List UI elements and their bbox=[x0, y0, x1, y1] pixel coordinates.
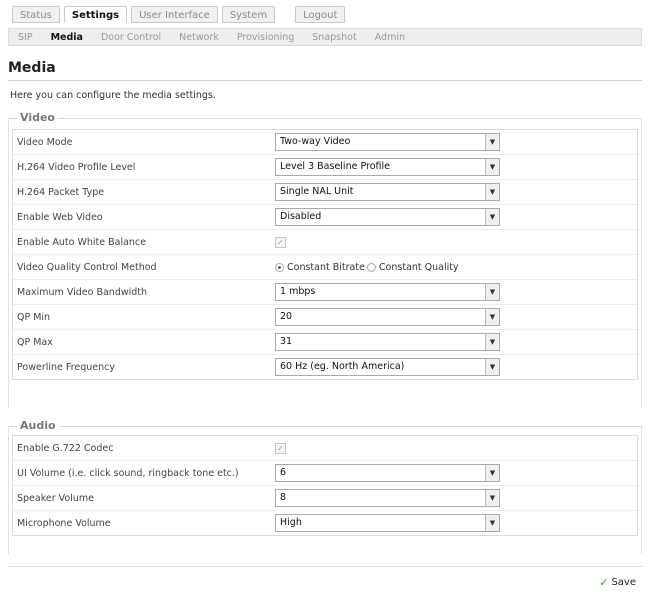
qp-min-value: 20 bbox=[280, 311, 293, 322]
chevron-down-icon: ▼ bbox=[485, 465, 499, 481]
video-settings-table: Video Mode Two-way Video ▼ H.264 Video P… bbox=[12, 129, 638, 380]
video-legend: Video bbox=[17, 111, 58, 124]
subnav-provisioning[interactable]: Provisioning bbox=[228, 32, 303, 43]
auto-white-balance-checkbox[interactable]: ✓ bbox=[275, 236, 286, 248]
subnav-snapshot[interactable]: Snapshot bbox=[303, 32, 365, 43]
row-profile-level: H.264 Video Profile Level Level 3 Baseli… bbox=[13, 155, 637, 180]
max-bandwidth-value: 1 mbps bbox=[280, 286, 316, 297]
profile-level-value: Level 3 Baseline Profile bbox=[280, 161, 390, 172]
chevron-down-icon: ▼ bbox=[485, 184, 499, 200]
chevron-down-icon: ▼ bbox=[485, 159, 499, 175]
row-powerline: Powerline Frequency 60 Hz (eg. North Ame… bbox=[13, 355, 637, 379]
packet-type-select[interactable]: Single NAL Unit ▼ bbox=[275, 183, 500, 201]
qp-min-select[interactable]: 20 ▼ bbox=[275, 308, 500, 326]
row-quality-control: Video Quality Control Method Constant Bi… bbox=[13, 255, 637, 280]
ui-volume-label: UI Volume (i.e. click sound, ringback to… bbox=[17, 467, 239, 479]
qp-max-select[interactable]: 31 ▼ bbox=[275, 333, 500, 351]
packet-type-value: Single NAL Unit bbox=[280, 186, 354, 197]
video-mode-select[interactable]: Two-way Video ▼ bbox=[275, 133, 500, 151]
footer-divider bbox=[8, 566, 642, 567]
row-qp-max: QP Max 31 ▼ bbox=[13, 330, 637, 355]
row-speaker-volume: Speaker Volume 8 ▼ bbox=[13, 486, 637, 511]
title-divider bbox=[8, 80, 642, 81]
constant-quality-radio[interactable] bbox=[366, 262, 376, 272]
save-button[interactable]: ✓ Save bbox=[599, 576, 636, 589]
checkmark-icon: ✓ bbox=[599, 576, 609, 589]
ui-volume-value: 6 bbox=[280, 467, 287, 478]
auto-white-balance-label: Enable Auto White Balance bbox=[17, 236, 146, 248]
row-g722: Enable G.722 Codec ✓ bbox=[13, 436, 637, 461]
video-mode-value: Two-way Video bbox=[280, 136, 351, 147]
row-auto-white-balance: Enable Auto White Balance ✓ bbox=[13, 230, 637, 255]
qp-max-value: 31 bbox=[280, 336, 293, 347]
microphone-volume-select[interactable]: High ▼ bbox=[275, 514, 500, 532]
top-tabs: Status Settings User Interface System Lo… bbox=[12, 6, 346, 23]
save-label: Save bbox=[611, 577, 636, 588]
chevron-down-icon: ▼ bbox=[485, 284, 499, 300]
speaker-volume-label: Speaker Volume bbox=[17, 492, 94, 504]
constant-bitrate-radio[interactable] bbox=[275, 262, 284, 272]
g722-checkbox[interactable]: ✓ bbox=[275, 442, 286, 454]
chevron-down-icon: ▼ bbox=[485, 334, 499, 350]
tab-user-interface[interactable]: User Interface bbox=[131, 6, 218, 23]
chevron-down-icon: ▼ bbox=[485, 209, 499, 225]
chevron-down-icon: ▼ bbox=[485, 515, 499, 531]
sub-nav: SIP Media Door Control Network Provision… bbox=[8, 28, 642, 46]
profile-level-label: H.264 Video Profile Level bbox=[17, 161, 136, 173]
max-bandwidth-select[interactable]: 1 mbps ▼ bbox=[275, 283, 500, 301]
chevron-down-icon: ▼ bbox=[485, 309, 499, 325]
chevron-down-icon: ▼ bbox=[485, 134, 499, 150]
page-intro: Here you can configure the media setting… bbox=[10, 90, 216, 101]
speaker-volume-value: 8 bbox=[280, 492, 287, 503]
web-video-label: Enable Web Video bbox=[17, 211, 103, 223]
row-qp-min: QP Min 20 ▼ bbox=[13, 305, 637, 330]
max-bandwidth-label: Maximum Video Bandwidth bbox=[17, 286, 148, 298]
ui-volume-select[interactable]: 6 ▼ bbox=[275, 464, 500, 482]
video-mode-label: Video Mode bbox=[17, 136, 73, 148]
row-microphone-volume: Microphone Volume High ▼ bbox=[13, 511, 637, 535]
subnav-admin[interactable]: Admin bbox=[366, 32, 414, 43]
page-title: Media bbox=[8, 60, 56, 76]
row-video-mode: Video Mode Two-way Video ▼ bbox=[13, 130, 637, 155]
quality-control-label: Video Quality Control Method bbox=[17, 261, 157, 273]
audio-fieldset: Audio Enable G.722 Codec ✓ UI Volume (i.… bbox=[8, 419, 642, 554]
subnav-sip[interactable]: SIP bbox=[9, 32, 42, 43]
speaker-volume-select[interactable]: 8 ▼ bbox=[275, 489, 500, 507]
tab-status[interactable]: Status bbox=[12, 6, 60, 23]
constant-quality-label: Constant Quality bbox=[378, 261, 459, 273]
row-ui-volume: UI Volume (i.e. click sound, ringback to… bbox=[13, 461, 637, 486]
audio-settings-table: Enable G.722 Codec ✓ UI Volume (i.e. cli… bbox=[12, 435, 638, 536]
tab-logout[interactable]: Logout bbox=[295, 6, 346, 23]
profile-level-select[interactable]: Level 3 Baseline Profile ▼ bbox=[275, 158, 500, 176]
subnav-door-control[interactable]: Door Control bbox=[92, 32, 170, 43]
video-fieldset: Video Video Mode Two-way Video ▼ H.264 V… bbox=[8, 111, 642, 408]
top-nav: Status Settings User Interface System Lo… bbox=[0, 0, 650, 28]
microphone-volume-label: Microphone Volume bbox=[17, 517, 111, 529]
powerline-value: 60 Hz (eg. North America) bbox=[280, 361, 405, 372]
row-web-video: Enable Web Video Disabled ▼ bbox=[13, 205, 637, 230]
qp-max-label: QP Max bbox=[17, 336, 53, 348]
tab-settings[interactable]: Settings bbox=[63, 6, 128, 23]
audio-legend: Audio bbox=[17, 419, 59, 432]
subnav-network[interactable]: Network bbox=[170, 32, 228, 43]
chevron-down-icon: ▼ bbox=[485, 359, 499, 375]
row-packet-type: H.264 Packet Type Single NAL Unit ▼ bbox=[13, 180, 637, 205]
quality-control-radio-group: Constant Bitrate Constant Quality bbox=[275, 262, 461, 273]
powerline-label: Powerline Frequency bbox=[17, 361, 115, 373]
g722-label: Enable G.722 Codec bbox=[17, 442, 114, 454]
chevron-down-icon: ▼ bbox=[485, 490, 499, 506]
constant-bitrate-label: Constant Bitrate bbox=[287, 261, 365, 273]
microphone-volume-value: High bbox=[280, 517, 302, 528]
powerline-select[interactable]: 60 Hz (eg. North America) ▼ bbox=[275, 358, 500, 376]
qp-min-label: QP Min bbox=[17, 311, 51, 323]
tab-system[interactable]: System bbox=[221, 6, 276, 23]
subnav-media[interactable]: Media bbox=[42, 32, 92, 43]
web-video-select[interactable]: Disabled ▼ bbox=[275, 208, 500, 226]
row-max-bandwidth: Maximum Video Bandwidth 1 mbps ▼ bbox=[13, 280, 637, 305]
packet-type-label: H.264 Packet Type bbox=[17, 186, 105, 198]
web-video-value: Disabled bbox=[280, 211, 322, 222]
